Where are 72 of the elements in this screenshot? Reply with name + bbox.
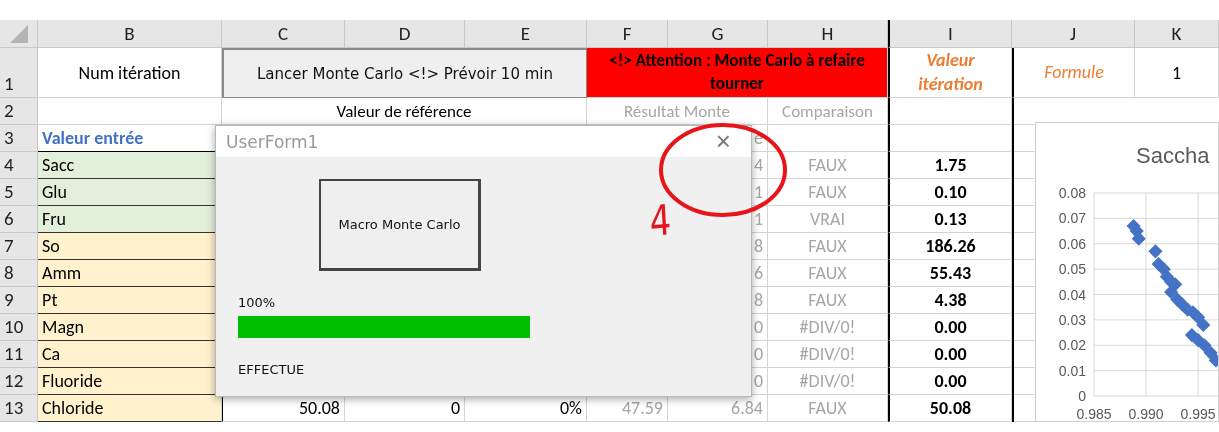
axis-tick-label: 0.03 xyxy=(1058,311,1086,328)
table-cell: 0.00 xyxy=(888,314,1012,341)
corner-triangle-icon xyxy=(9,24,28,43)
row-header[interactable]: 1 xyxy=(0,48,38,98)
row-header[interactable]: 13 xyxy=(0,395,38,422)
column-header[interactable]: H xyxy=(768,20,888,48)
row-header[interactable]: 3 xyxy=(0,125,38,152)
axis-tick-label: 0.985 xyxy=(1076,406,1112,422)
row-header[interactable]: 6 xyxy=(0,206,38,233)
column-header[interactable]: K xyxy=(1135,20,1219,48)
row-header[interactable]: 8 xyxy=(0,260,38,287)
status-text: EFFECTUE xyxy=(238,362,305,377)
axis-tick-label: 0 xyxy=(1078,388,1086,404)
macro-button[interactable]: Macro Monte Carlo xyxy=(319,179,481,271)
table-cell: #DIV/0! xyxy=(768,341,888,368)
select-all-corner[interactable] xyxy=(0,20,38,48)
axis-tick-label: 0.07 xyxy=(1058,210,1086,227)
table-cell: 0.13 xyxy=(888,206,1012,233)
launch-button[interactable]: Lancer Monte Carlo <!> Prévoir 10 min xyxy=(222,48,587,98)
table-cell: 55.43 xyxy=(888,260,1012,287)
row-header[interactable]: 9 xyxy=(0,287,38,314)
column-header[interactable]: E xyxy=(465,20,587,48)
table-cell: 1 xyxy=(1135,48,1219,98)
column-header[interactable]: G xyxy=(668,20,768,48)
table-cell: 0.10 xyxy=(888,179,1012,206)
table-cell: FAUX xyxy=(768,395,888,422)
table-cell: FAUX xyxy=(768,233,888,260)
table-cell: FAUX xyxy=(768,287,888,314)
warning-cell: <!> Attention : Monte Carlo à refaire tourner xyxy=(587,48,888,98)
axis-tick-label: 0.990 xyxy=(1128,406,1164,422)
column-header[interactable]: I xyxy=(888,20,1012,48)
axis-tick-label: 0.995 xyxy=(1180,406,1216,422)
table-cell: 0.00 xyxy=(888,341,1012,368)
table-cell: FAUX xyxy=(768,260,888,287)
row-header[interactable]: 7 xyxy=(0,233,38,260)
progress-label: 100% xyxy=(238,295,276,310)
empty-cell[interactable] xyxy=(768,125,888,152)
row-header[interactable]: 12 xyxy=(0,368,38,395)
empty-cell[interactable] xyxy=(888,98,1012,125)
column-header[interactable]: F xyxy=(587,20,668,48)
table-cell: FAUX xyxy=(768,179,888,206)
axis-tick-label: 0.08 xyxy=(1058,185,1086,201)
row-header[interactable]: 10 xyxy=(0,314,38,341)
column-header[interactable]: B xyxy=(38,20,222,48)
table-cell: FAUX xyxy=(768,152,888,179)
axis-tick-label: 0.05 xyxy=(1058,261,1086,278)
dialog-title: UserForm1 xyxy=(226,131,319,152)
table-cell: Valeur itération xyxy=(888,48,1012,98)
table-cell: #DIV/0! xyxy=(768,368,888,395)
axis-tick-label: 0.06 xyxy=(1058,235,1086,252)
column-header[interactable]: D xyxy=(345,20,465,48)
row-header[interactable]: 4 xyxy=(0,152,38,179)
axis-tick-label: 0.01 xyxy=(1058,362,1086,379)
table-cell: Formule xyxy=(1012,48,1135,98)
row-header[interactable]: 11 xyxy=(0,341,38,368)
axis-tick-label: 0.02 xyxy=(1058,337,1086,354)
column-header[interactable]: J xyxy=(1012,20,1135,48)
chart-title: Saccha xyxy=(1136,143,1210,168)
table-cell: 50.08 xyxy=(888,395,1012,422)
row-header[interactable]: 2 xyxy=(0,98,38,125)
axis-tick-label: 0.04 xyxy=(1058,286,1086,303)
row-header[interactable]: 5 xyxy=(0,179,38,206)
table-cell: 4.38 xyxy=(888,287,1012,314)
empty-cell[interactable] xyxy=(888,125,1012,152)
table-cell: 1.75 xyxy=(888,152,1012,179)
table-cell: 186.26 xyxy=(888,233,1012,260)
table-cell: 0.00 xyxy=(888,368,1012,395)
table-cell: #DIV/0! xyxy=(768,314,888,341)
column-header[interactable]: C xyxy=(222,20,345,48)
table-cell: Comparaison xyxy=(768,98,888,125)
table-cell: VRAI xyxy=(768,206,888,233)
table-cell: Chloride xyxy=(38,395,222,422)
